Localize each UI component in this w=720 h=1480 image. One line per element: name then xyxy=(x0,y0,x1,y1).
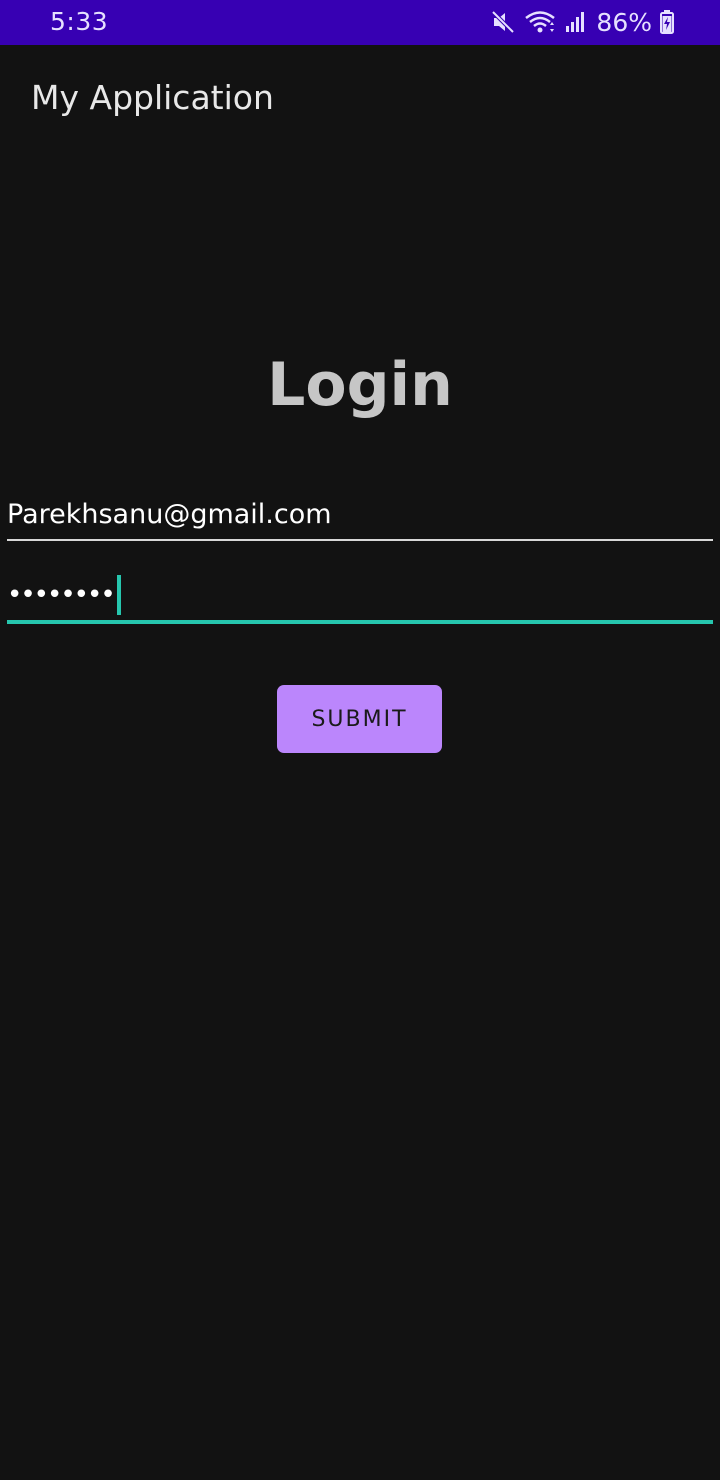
wifi-icon xyxy=(524,9,556,35)
text-cursor xyxy=(116,575,121,615)
login-heading: Login xyxy=(267,350,453,420)
mute-icon xyxy=(490,9,516,35)
status-bar: 5:33 86% xyxy=(0,0,720,45)
status-icons: 86% xyxy=(490,7,674,37)
signal-icon xyxy=(564,10,588,34)
battery-charging-icon xyxy=(660,10,674,34)
password-field-value: •••••••• xyxy=(7,580,116,610)
email-field[interactable]: Parekhsanu@gmail.com xyxy=(7,494,713,541)
password-field[interactable]: •••••••• xyxy=(7,572,713,624)
submit-button[interactable]: SUBMIT xyxy=(277,685,442,753)
password-row: •••••••• xyxy=(7,574,121,616)
status-time: 5:33 xyxy=(50,7,109,36)
battery-percent: 86% xyxy=(596,7,652,37)
login-screen: 5:33 86% My Application Login Parekhsanu… xyxy=(0,0,720,1480)
email-field-value: Parekhsanu@gmail.com xyxy=(7,499,332,530)
app-title: My Application xyxy=(31,78,274,117)
